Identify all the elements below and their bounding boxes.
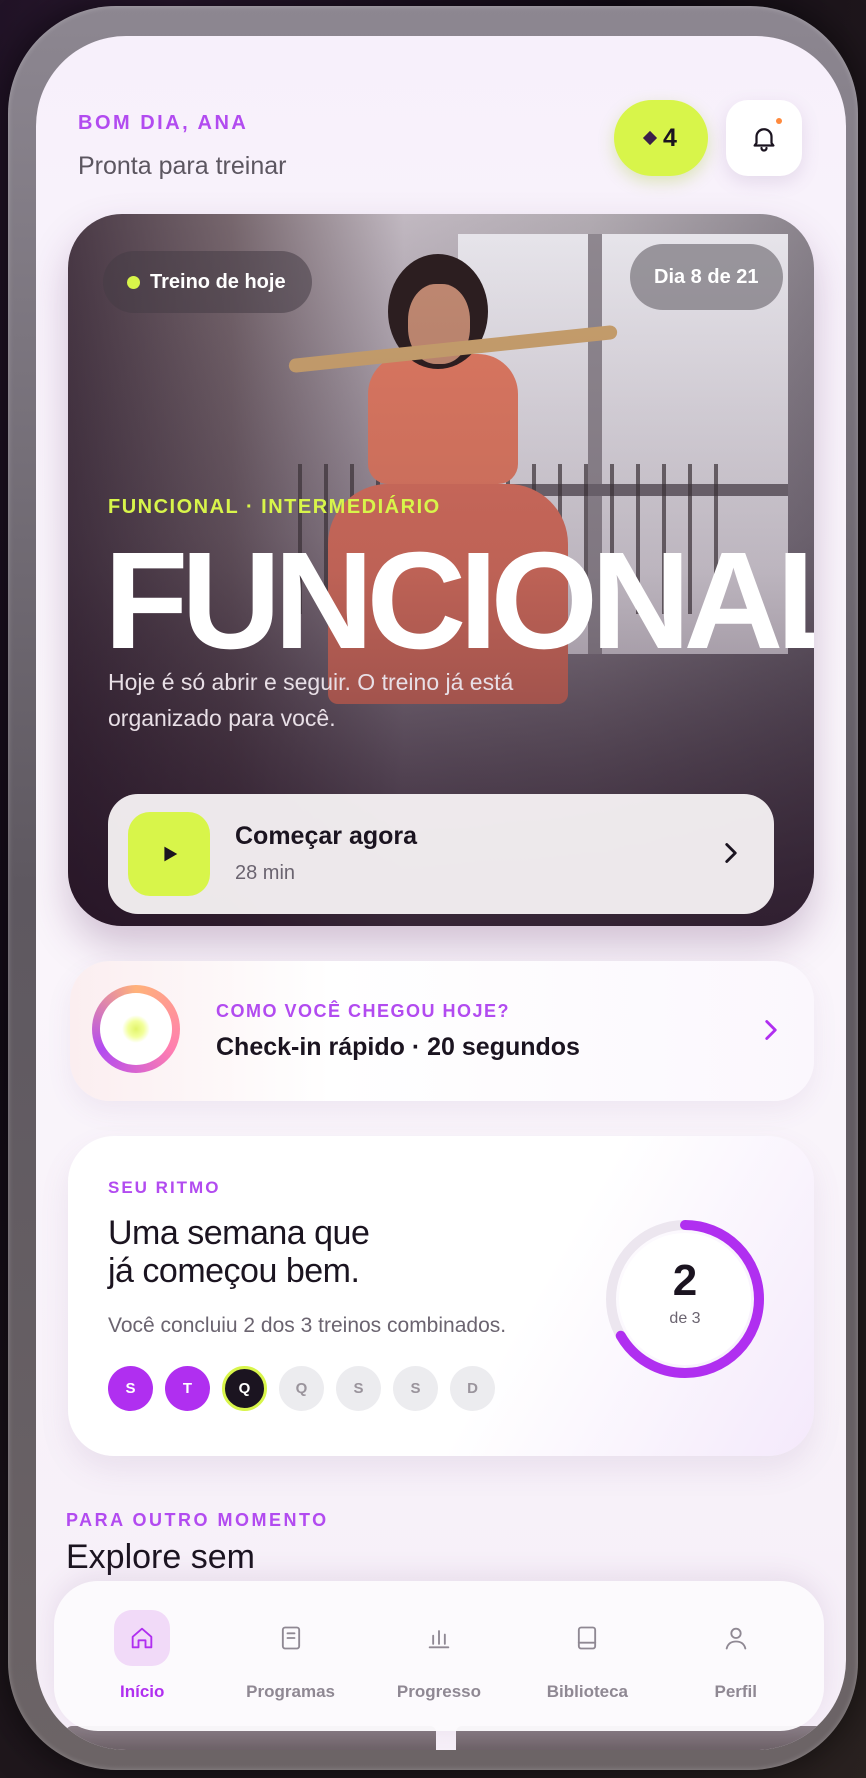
bell-icon xyxy=(753,128,775,152)
book-icon xyxy=(263,1610,319,1666)
explore-title: Explore sem xyxy=(66,1538,255,1576)
weekly-progress-ring: 2 de 3 xyxy=(600,1214,770,1384)
weekday-todo: D xyxy=(450,1366,495,1411)
rhythm-label: SEU RITMO xyxy=(108,1178,221,1197)
streak-count: 4 xyxy=(663,123,677,152)
mood-ring-icon xyxy=(92,985,180,1073)
nav-item-programas[interactable]: Programas xyxy=(221,1610,361,1702)
app-screen: BOM DIA, ANA Pronta para treinar 4 Trein xyxy=(36,36,846,1750)
chevron-right-icon xyxy=(725,843,737,863)
workout-title: FUNCIONAL xyxy=(104,524,814,678)
weekday-done: T xyxy=(165,1366,210,1411)
workout-duration: 28 min xyxy=(235,862,296,884)
weekday-done: S xyxy=(108,1366,153,1411)
today-chip-label: Treino de hoje xyxy=(150,270,286,293)
diamond-icon xyxy=(642,130,658,146)
rhythm-headline-line2: já começou bem. xyxy=(108,1252,360,1290)
streak-badge[interactable]: 4 xyxy=(614,100,708,176)
start-workout-label: Começar agora xyxy=(235,822,418,850)
day-progress-chip: Dia 8 de 21 xyxy=(630,244,783,310)
device-frame: BOM DIA, ANA Pronta para treinar 4 Trein xyxy=(8,6,858,1770)
rhythm-description: Você concluiu 2 dos 3 treinos combinados… xyxy=(108,1314,507,1337)
greeting-subtitle: Pronta para treinar xyxy=(78,152,287,180)
workout-description: Hoje é só abrir e seguir. O treino já es… xyxy=(108,669,514,731)
today-chip: Treino de hoje xyxy=(103,251,312,313)
nav-item-biblioteca[interactable]: Biblioteca xyxy=(517,1610,657,1702)
nav-item-progresso[interactable]: Progresso xyxy=(369,1610,509,1702)
chevron-right-icon xyxy=(765,1020,777,1040)
completed-count: 2 xyxy=(672,1256,698,1305)
nav-label: Biblioteca xyxy=(546,1682,628,1701)
bottom-navigation: Início Programas Progresso Biblioteca Perfil xyxy=(54,1581,824,1731)
start-workout-button[interactable]: Começar agora 28 min xyxy=(108,794,774,914)
weekly-rhythm-card[interactable]: SEU RITMO Uma semana que já começou bem.… xyxy=(68,1136,814,1456)
workout-tag: FUNCIONAL · INTERMEDIÁRIO xyxy=(108,496,441,518)
greeting: BOM DIA, ANA xyxy=(78,112,249,134)
todays-workout-card[interactable]: Treino de hoje Dia 8 de 21 FUNCIONAL · I… xyxy=(68,214,814,926)
home-icon xyxy=(114,1610,171,1666)
checkin-question: COMO VOCÊ CHEGOU HOJE? xyxy=(216,1001,511,1021)
bar-chart-icon xyxy=(411,1610,467,1666)
weekday-todo: Q xyxy=(279,1366,324,1411)
weekday-todo: S xyxy=(393,1366,438,1411)
nav-label: Programas xyxy=(246,1682,335,1701)
nav-label: Perfil xyxy=(714,1682,758,1701)
library-icon xyxy=(559,1610,615,1666)
weekday-todo: S xyxy=(336,1366,381,1411)
rhythm-headline-line1: Uma semana que xyxy=(108,1214,370,1252)
notification-dot xyxy=(776,118,782,124)
live-dot xyxy=(127,275,140,289)
nav-item-início[interactable]: Início xyxy=(72,1610,212,1702)
rhythm-headline: Uma semana que já começou bem. xyxy=(108,1214,370,1290)
explore-label: PARA OUTRO MOMENTO xyxy=(66,1510,329,1530)
nav-label: Início xyxy=(119,1682,165,1701)
checkin-title: Check-in rápido · 20 segundos xyxy=(216,1033,580,1061)
weekday-tracker: STQQSSD xyxy=(108,1366,495,1411)
nav-label: Progresso xyxy=(396,1682,482,1701)
notifications-button[interactable] xyxy=(726,100,802,176)
weekday-today: Q xyxy=(222,1366,267,1411)
user-icon xyxy=(708,1610,764,1666)
play-icon xyxy=(128,812,210,896)
goal-text: de 3 xyxy=(669,1310,701,1327)
checkin-card[interactable]: COMO VOCÊ CHEGOU HOJE? Check-in rápido ·… xyxy=(70,961,814,1101)
nav-item-perfil[interactable]: Perfil xyxy=(666,1610,806,1702)
